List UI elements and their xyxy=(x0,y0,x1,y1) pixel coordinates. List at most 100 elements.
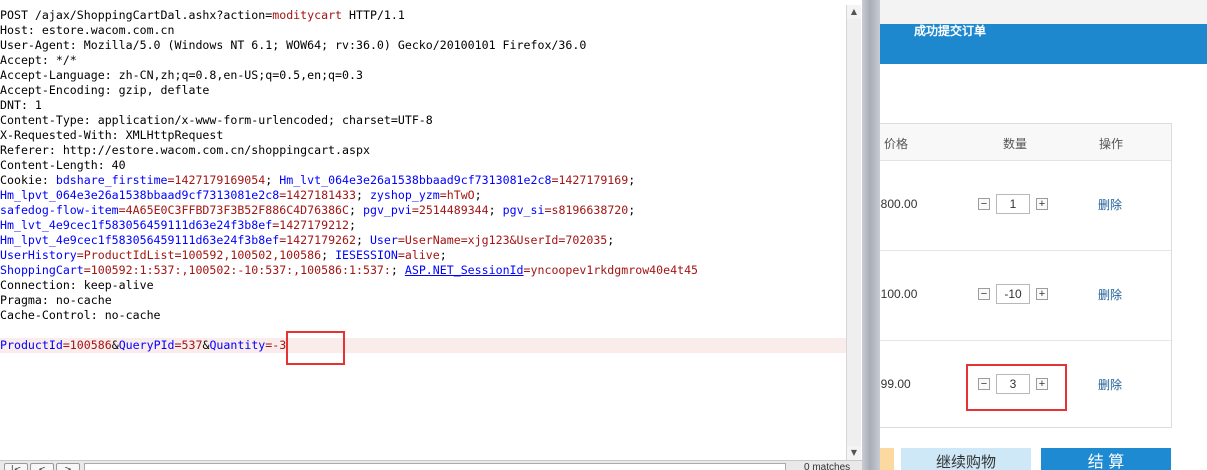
cart-footer-strip xyxy=(880,448,894,470)
annotation-box-cart-quantity xyxy=(966,364,1067,411)
request-token: =1427179212 xyxy=(272,218,350,232)
request-text[interactable]: POST /ajax/ShoppingCartDal.ashx?action=m… xyxy=(0,8,846,353)
request-token: ; xyxy=(607,233,615,247)
request-token: =-3 xyxy=(265,338,287,352)
request-token: ; xyxy=(628,173,636,187)
request-token: Content-Type: application/x-www-form-url… xyxy=(0,113,433,127)
header-quantity: 数量 xyxy=(1003,137,1028,151)
request-token: =100592:1:537:,100502:-10:537:,100586:1:… xyxy=(83,263,391,277)
request-token: =537 xyxy=(174,338,203,352)
request-token: Hm_lpvt_4e9cec1f583056459111d63e24f3b8ef xyxy=(0,233,280,247)
request-token: safedog-flow-item xyxy=(0,203,119,217)
request-line xyxy=(0,323,846,338)
request-line: DNT: 1 xyxy=(0,98,846,113)
request-token: =s8196638720 xyxy=(544,203,629,217)
request-token: Hm_lpvt_064e3e26a1538bbaad9cf7313081e2c8 xyxy=(0,188,280,202)
request-editor[interactable]: POST /ajax/ShoppingCartDal.ashx?action=m… xyxy=(0,0,862,470)
request-token: DNT: 1 xyxy=(0,98,42,112)
header-action: 操作 xyxy=(1099,137,1124,151)
request-token: QueryPId xyxy=(118,338,175,352)
request-token: ; xyxy=(355,233,370,247)
request-line: Cookie: bdshare_firstime=1427179169054; … xyxy=(0,173,846,188)
vertical-scrollbar[interactable]: ▲ ▼ xyxy=(846,5,861,460)
request-token: X-Requested-With: XMLHttpRequest xyxy=(0,128,224,142)
request-line: Hm_lpvt_064e3e26a1538bbaad9cf7313081e2c8… xyxy=(0,188,846,203)
request-line: Accept-Encoding: gzip, deflate xyxy=(0,83,846,98)
request-token: pgv_pvi xyxy=(362,203,412,217)
quantity-input[interactable]: 1 xyxy=(996,194,1030,214)
delete-link[interactable]: 删除 xyxy=(1098,376,1122,393)
request-line: Connection: keep-alive xyxy=(0,278,846,293)
pane-splitter[interactable] xyxy=(862,0,880,470)
request-token: =alive xyxy=(397,248,440,262)
request-line: safedog-flow-item=4A65E0C3FFBD73F3B52F88… xyxy=(0,203,846,218)
request-token: ; xyxy=(474,188,482,202)
request-token: User xyxy=(369,233,398,247)
request-token: ; xyxy=(349,203,363,217)
request-line: Host: estore.wacom.com.cn xyxy=(0,23,846,38)
continue-shopping-button[interactable]: 继续购物 xyxy=(901,448,1031,470)
request-token: User-Agent: Mozilla/5.0 (Windows NT 6.1;… xyxy=(0,38,587,52)
request-line: ShoppingCart=100592:1:537:,100502:-10:53… xyxy=(0,263,846,278)
request-token: ; xyxy=(439,248,447,262)
header-price: 价格 xyxy=(884,137,909,151)
request-token: ASP.NET_SessionId xyxy=(404,263,524,277)
request-token: =yncoopev1rkdgmrow40e4t45 xyxy=(523,263,699,277)
decrease-quantity-button[interactable]: − xyxy=(978,288,990,300)
request-token: =UserName=xjg123&UserId=702035 xyxy=(397,233,608,247)
request-token: & xyxy=(111,338,119,352)
request-token: Quantity xyxy=(209,338,266,352)
request-line: Accept: */* xyxy=(0,53,846,68)
banner-step-label: 成功提交订单 xyxy=(914,24,987,38)
quantity-input[interactable]: -10 xyxy=(996,284,1030,304)
request-line: POST /ajax/ShoppingCartDal.ashx?action=m… xyxy=(0,8,846,23)
request-token: =1427181433 xyxy=(279,188,356,202)
delete-link[interactable]: 删除 xyxy=(1098,286,1122,303)
cart-progress-banner: 成功提交订单 xyxy=(880,24,1207,64)
request-token: ; xyxy=(321,248,336,262)
request-line: Pragma: no-cache xyxy=(0,293,846,308)
request-token: ; xyxy=(628,203,636,217)
request-token: =2514489344 xyxy=(411,203,489,217)
request-token: =1427179169054 xyxy=(167,173,266,187)
request-token: =hTwO xyxy=(439,188,475,202)
request-token: ; xyxy=(390,263,405,277)
decrease-quantity-button[interactable]: − xyxy=(978,198,990,210)
request-token: =4A65E0C3FFBD73F3B52F886C4D76386C xyxy=(118,203,350,217)
match-count: 0 matches xyxy=(804,462,851,470)
request-line: Referer: http://estore.wacom.com.cn/shop… xyxy=(0,143,846,158)
annotation-box-request-quantity xyxy=(286,331,345,365)
scroll-down-icon[interactable]: ▼ xyxy=(847,446,861,460)
increase-quantity-button[interactable]: + xyxy=(1036,198,1048,210)
request-token: ; xyxy=(265,173,280,187)
item-price: 599.00 xyxy=(880,377,911,391)
prev-match-button[interactable]: < xyxy=(30,463,54,470)
request-line: Accept-Language: zh-CN,zh;q=0.8,en-US;q=… xyxy=(0,68,846,83)
request-token: ; xyxy=(355,188,370,202)
editor-footer: |< < > 0 matches xyxy=(0,460,862,470)
request-line: Content-Length: 40 xyxy=(0,158,846,173)
request-token: =ProductIdList=100592,100502,100586 xyxy=(76,248,322,262)
scroll-up-icon[interactable]: ▲ xyxy=(847,5,861,19)
request-token: bdshare_firstime xyxy=(55,173,168,187)
increase-quantity-button[interactable]: + xyxy=(1036,288,1048,300)
checkout-button[interactable]: 结 算 xyxy=(1041,448,1171,470)
request-token: Accept-Language: zh-CN,zh;q=0.8,en-US;q=… xyxy=(0,68,363,82)
request-token: ; xyxy=(488,203,503,217)
request-token: =1427179169 xyxy=(551,173,629,187)
request-token: =100586 xyxy=(62,338,112,352)
request-token: HTTP/1.1 xyxy=(342,8,405,22)
request-token: UserHistory xyxy=(0,248,77,262)
request-token: ; xyxy=(349,218,356,232)
request-token: ProductId xyxy=(0,338,63,352)
request-line: UserHistory=ProductIdList=100592,100502,… xyxy=(0,248,846,263)
request-token: =1427179262 xyxy=(279,233,356,247)
request-token: Hm_lvt_4e9cec1f583056459111d63e24f3b8ef xyxy=(0,218,273,232)
first-match-button[interactable]: |< xyxy=(4,463,28,470)
delete-link[interactable]: 删除 xyxy=(1098,196,1122,213)
request-line: Cache-Control: no-cache xyxy=(0,308,846,323)
next-match-button[interactable]: > xyxy=(56,463,80,470)
request-token: POST /ajax/ShoppingCartDal.ashx?action= xyxy=(0,8,273,22)
search-input[interactable] xyxy=(84,463,786,470)
request-token: Content-Length: 40 xyxy=(0,158,126,172)
